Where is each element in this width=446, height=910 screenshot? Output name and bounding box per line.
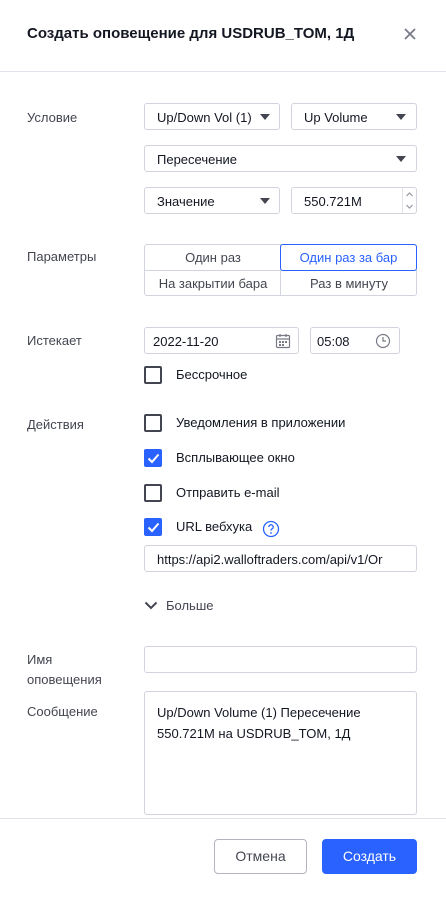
alert-name-label-line2: оповещения — [27, 672, 102, 687]
webhook-label: URL вебхука — [176, 519, 253, 534]
more-label: Больше — [166, 598, 214, 613]
checkmark-icon — [147, 522, 160, 533]
create-button[interactable]: Создать — [322, 839, 417, 874]
close-icon — [404, 28, 416, 40]
chevron-down-icon — [260, 114, 270, 120]
message-textarea[interactable]: Up/Down Volume (1) Пересечение 550.721M … — [144, 691, 417, 815]
expiry-date-value: 2022-11-20 — [153, 334, 219, 349]
expiry-date-input[interactable]: 2022-11-20 — [144, 327, 299, 354]
option-once-per-minute[interactable]: Раз в минуту — [281, 271, 417, 297]
dialog-title: Создать оповещение для USDRUB_TOM, 1Д — [27, 25, 355, 42]
cancel-button[interactable]: Отмена — [214, 839, 307, 874]
option-once[interactable]: Один раз — [145, 245, 281, 271]
popup-checkbox[interactable]: Всплывающее окно — [144, 448, 344, 468]
alert-name-input[interactable] — [144, 646, 417, 673]
expiry-time-value: 05:08 — [317, 334, 350, 349]
parameters-label: Параметры — [27, 249, 97, 264]
checkbox-box[interactable] — [144, 366, 162, 384]
chevron-down-icon — [396, 156, 406, 162]
trigger-frequency-selector: Один раз Один раз за бар На закрытии бар… — [144, 244, 417, 296]
condition-operator-value: Пересечение — [157, 152, 238, 167]
condition-source-value: Up/Down Vol (1) — [157, 110, 252, 125]
checkbox-box[interactable] — [144, 518, 162, 536]
more-toggle[interactable]: Больше — [144, 597, 224, 615]
condition-source-select[interactable]: Up/Down Vol (1) — [144, 103, 280, 130]
email-label: Отправить e-mail — [176, 485, 280, 500]
spin-down-icon[interactable] — [405, 201, 414, 213]
close-button[interactable] — [400, 24, 420, 44]
value-stepper — [402, 188, 416, 213]
condition-series-value: Up Volume — [304, 110, 368, 125]
chevron-down-icon — [260, 198, 270, 204]
expires-label: Истекает — [27, 333, 82, 348]
checkbox-box[interactable] — [144, 484, 162, 502]
popup-label: Всплывающее окно — [176, 450, 295, 465]
help-icon[interactable] — [262, 520, 280, 538]
alert-name-label-line1: Имя — [27, 652, 53, 667]
actions-label: Действия — [27, 417, 84, 432]
open-ended-label: Бессрочное — [176, 367, 248, 382]
dialog-footer: Отмена Создать — [0, 818, 446, 910]
condition-operator-select[interactable]: Пересечение — [144, 145, 417, 172]
condition-series-select[interactable]: Up Volume — [291, 103, 417, 130]
email-checkbox[interactable]: Отправить e-mail — [144, 483, 344, 503]
checkbox-box[interactable] — [144, 449, 162, 467]
checkbox-box[interactable] — [144, 414, 162, 432]
chevron-down-icon — [144, 601, 158, 610]
webhook-url-input[interactable]: https://api2.walloftraders.com/api/v1/Or — [144, 545, 417, 572]
clock-icon[interactable] — [375, 333, 391, 349]
app-notifications-checkbox[interactable]: Уведомления в приложении — [144, 413, 404, 433]
dialog-header: Создать оповещение для USDRUB_TOM, 1Д — [0, 0, 446, 72]
option-once-per-bar[interactable]: Один раз за бар — [280, 244, 417, 271]
checkmark-icon — [147, 453, 160, 464]
expiry-time-input[interactable]: 05:08 — [310, 327, 400, 354]
spin-up-icon[interactable] — [405, 188, 414, 200]
condition-label: Условие — [27, 110, 78, 125]
value-text: 550.721M — [304, 194, 362, 209]
calendar-icon[interactable] — [275, 333, 291, 349]
webhook-url-value: https://api2.walloftraders.com/api/v1/Or — [157, 552, 383, 567]
app-notifications-label: Уведомления в приложении — [176, 415, 346, 430]
alert-name-label: Имя оповещения — [27, 650, 102, 690]
target-type-select[interactable]: Значение — [144, 187, 280, 214]
chevron-down-icon — [396, 114, 406, 120]
webhook-checkbox[interactable]: URL вебхука — [144, 517, 254, 537]
value-input[interactable]: 550.721M — [291, 187, 417, 214]
open-ended-checkbox[interactable]: Бессрочное — [144, 365, 344, 385]
message-label: Сообщение — [27, 704, 98, 719]
target-type-value: Значение — [157, 194, 215, 209]
option-on-bar-close[interactable]: На закрытии бара — [145, 271, 281, 297]
